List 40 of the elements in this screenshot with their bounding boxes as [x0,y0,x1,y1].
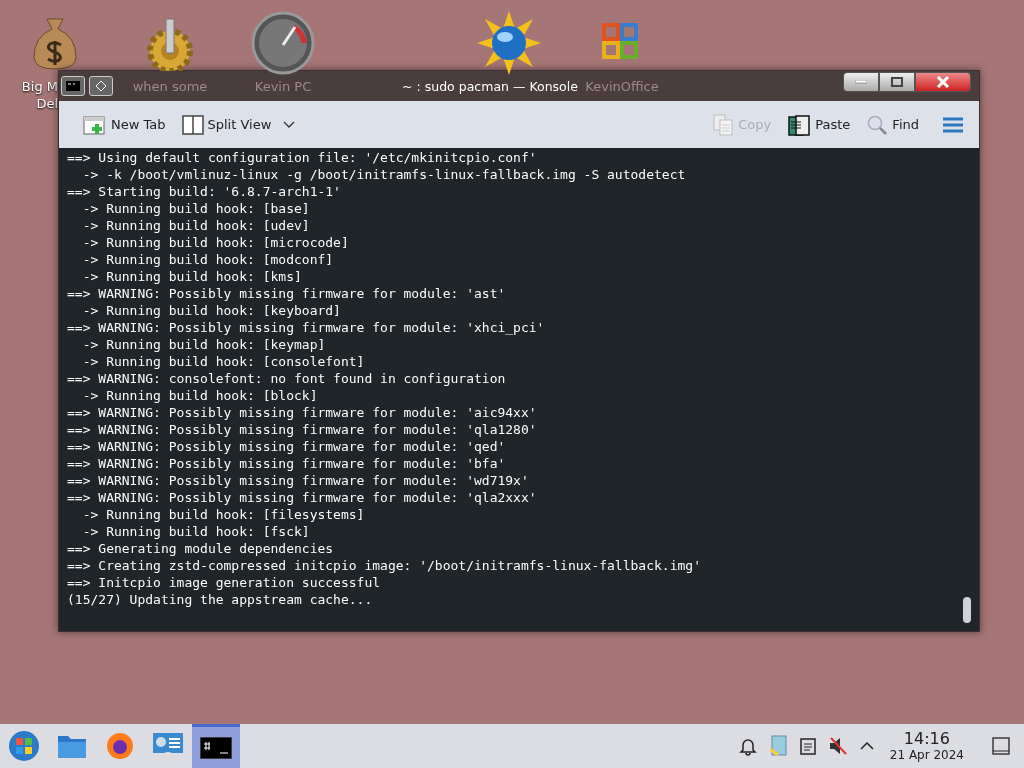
clock-date[interactable]: 21 Apr 2024 [889,748,964,762]
gauge-icon [251,11,315,75]
paste-button[interactable]: Paste [781,108,857,141]
copy-icon [712,112,735,137]
find-button[interactable]: Find [860,109,925,140]
clipboard-icon [787,112,812,137]
icon-label: Big M [20,78,58,95]
bell-icon[interactable] [737,736,758,756]
speaker-muted-icon[interactable] [827,736,848,756]
folder-icon [57,733,87,759]
pin-icon[interactable] [89,76,113,96]
window-title: ~ : sudo pacman — Konsole [402,79,578,94]
chevron-down-icon [283,120,296,129]
icon-label: when some [132,78,208,95]
icon-label: KevinOffice [585,78,659,95]
close-icon [936,76,950,88]
close-button[interactable] [915,72,971,92]
scrollbar[interactable] [963,597,971,623]
windows-logo-icon [8,730,40,762]
terminal-icon [200,736,232,759]
new-tab-icon [83,113,107,136]
show-desktop-button[interactable] [992,737,1010,755]
minimize-icon [855,80,867,84]
clipboard-icon[interactable] [799,737,816,755]
split-view-button[interactable]: Split View [175,110,302,139]
clock-time[interactable]: 14:16 [903,730,950,748]
browser-icon [105,731,135,761]
money-bag-icon [30,15,80,71]
minimize-button[interactable] [843,72,879,92]
maximize-icon [891,77,903,87]
split-view-icon [181,114,204,135]
icon-label: Kevin PC [254,78,312,95]
search-icon [866,113,889,136]
window-menu-icon[interactable] [61,76,85,96]
new-tab-button[interactable]: New Tab [77,109,172,140]
chevron-up-icon[interactable] [859,741,874,751]
icon-label: Del [35,95,58,112]
terminal-output: ==> Using default configuration file: '/etc/mkinitcpio.conf' -> -k /boot/vmlinuz-linux -g /boot/initramfs-linux-fallback.img -S autodetect ==> Starting build: '6.8.7-arch1-1' -> Running build hook: [base] -> Running build hook: [udev] -> Running build hook: [microcode] -> Running build hook: [modconf] -> Running build hook: [kms] ==> WARNING: Possibly missing firmware for module: 'ast' -> Running build hook: [keyboard] ==> WARNING: Possibly missing firmware for module: 'xhci_pci' -> Running build hook: [keymap] -> Running build hook: [consolefont] ==> WARNING: consolefont: no font found in configuration -> Running build hook: [block] ==> WARNING: Possibly missing firmware for module: 'aic94xx' ==> WARNING: Possibly missing firmware for module: 'qla1280' ==> WARNING: Possibly missing firmware for module: 'qed' ==> WARNING: Possibly missing firmware for module: 'bfa' ==> WARNING: Possibly missing firmware for module: 'wd719x' ==> WARNING: Possibly missing firmware for module: 'qla2xxx' -> Running build hook: [filesystems] -> Running build hook: [fsck] ==> Generating module dependencies ==> Creating zstd-compressed initcpio image: '/boot/initramfs-linux-fallback.img' ==> Initcpio image generation successful (15/27) Updating the appstream cache... [67,149,702,609]
maximize-button[interactable] [879,72,915,92]
terminal-app-button[interactable] [192,724,240,768]
